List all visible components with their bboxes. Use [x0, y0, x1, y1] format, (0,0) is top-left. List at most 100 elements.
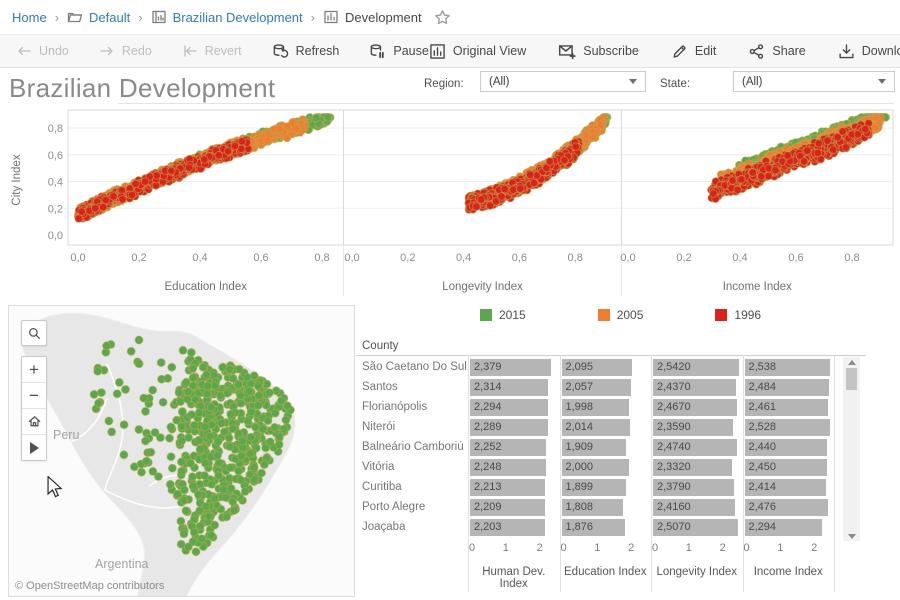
value-bar[interactable]: 2,414 [745, 479, 827, 496]
value-bar[interactable]: 2,095 [562, 359, 633, 376]
value-bar[interactable]: 2,379 [470, 359, 551, 376]
legend-item-2015[interactable]: 2015 [480, 308, 526, 322]
value-bar[interactable]: 2,014 [562, 419, 630, 436]
value-bar[interactable]: 2,057 [562, 379, 632, 396]
value-bar[interactable]: 2,314 [470, 379, 548, 396]
edit-button[interactable]: Edit [671, 43, 717, 60]
value-bar[interactable]: 2,248 [470, 459, 546, 476]
table-scrollbar[interactable] [843, 357, 860, 541]
value-bar[interactable]: 2,4160 [653, 499, 735, 516]
download-button[interactable]: Download [838, 43, 900, 60]
revert-icon [182, 43, 198, 59]
county-name: Porto Alegre [356, 501, 468, 513]
value-bar[interactable]: 2,5070 [653, 519, 738, 536]
table-cell: 2,314 [468, 377, 560, 397]
value-bar[interactable]: 1,899 [562, 479, 626, 496]
table-row[interactable]: Vitória2,2482,0002,33202,450 [356, 457, 834, 477]
table-header-divider [356, 355, 866, 356]
original-view-button[interactable]: Original View [429, 43, 526, 60]
star-icon[interactable] [434, 9, 451, 26]
refresh-button[interactable]: Refresh [272, 43, 340, 60]
map-search-button[interactable] [21, 320, 47, 346]
subscribe-icon [558, 42, 576, 60]
svg-text:0,4: 0,4 [732, 252, 747, 264]
table-row[interactable]: Niterói2,2892,0142,35902,528 [356, 417, 834, 437]
table-cell: 2,294 [743, 517, 835, 537]
value-bar[interactable]: 1,876 [562, 519, 626, 536]
map-panel[interactable]: PeruBArgentina +− © OpenStreetMap contri… [8, 305, 355, 597]
table-row[interactable]: Joaçaba2,2031,8762,50702,294 [356, 517, 834, 537]
value-bar[interactable]: 1,808 [562, 499, 623, 516]
table-row[interactable]: Santos2,3142,0572,43702,484 [356, 377, 834, 397]
value-bar[interactable]: 2,3320 [653, 459, 732, 476]
share-button[interactable]: Share [748, 43, 805, 60]
table-title: County [362, 340, 398, 352]
subscribe-button[interactable]: Subscribe [558, 42, 639, 60]
value-bar[interactable]: 2,476 [745, 499, 829, 516]
svg-text:City Index: City Index [11, 154, 23, 205]
value-bar[interactable]: 2,5420 [653, 359, 739, 376]
map-pan-button[interactable] [22, 435, 46, 460]
breadcrumb-item-development[interactable]: Development [323, 9, 422, 25]
scatter-series-1996[interactable] [465, 138, 583, 214]
svg-text:0,6: 0,6 [253, 252, 268, 264]
scatter-plots-panel[interactable]: 0,00,20,40,60,8City Index0,00,20,40,60,8… [0, 103, 900, 303]
value-bar[interactable]: 2,203 [470, 519, 545, 536]
legend-item-1996[interactable]: 1996 [715, 308, 761, 322]
value-bar[interactable]: 2,294 [745, 519, 823, 536]
value-bar[interactable]: 2,252 [470, 439, 546, 456]
breadcrumb-item-default[interactable]: Default [67, 9, 130, 25]
map-zoom-controls: +− [21, 356, 47, 461]
column-divider [651, 355, 652, 592]
map-zoom-out-button[interactable]: − [22, 383, 46, 409]
basemap[interactable]: PeruBArgentina [9, 306, 354, 596]
value-bar[interactable]: 2,461 [745, 399, 828, 416]
table-row[interactable]: Florianópolis2,2941,9982,46702,461 [356, 397, 834, 417]
value-bar[interactable]: 2,209 [470, 499, 545, 516]
scroll-up-arrow-icon[interactable] [843, 357, 860, 367]
table-cell: 2,5070 [651, 517, 743, 537]
value-bar[interactable]: 2,4370 [653, 379, 736, 396]
breadcrumb-item-home[interactable]: Home [12, 10, 47, 25]
legend-label: 1996 [734, 308, 761, 322]
breadcrumb-label: Development [345, 10, 422, 25]
breadcrumb-item-brazilian-development[interactable]: Brazilian Development [151, 9, 303, 25]
table-cell: 2,014 [560, 417, 652, 437]
toolbar-button-label: Pause [393, 44, 428, 58]
value-bar[interactable]: 2,528 [745, 419, 831, 436]
region-filter-dropdown[interactable]: (All) [480, 71, 646, 92]
table-row[interactable]: Curitiba2,2131,8992,37902,414 [356, 477, 834, 497]
scatter-series-1996[interactable] [74, 136, 252, 223]
toolbar-button-label: Download [862, 44, 900, 58]
map-zoom-in-button[interactable]: + [22, 357, 46, 383]
table-row[interactable]: São Caetano Do Sul2,3792,0952,54202,538 [356, 357, 834, 377]
value-bar[interactable]: 1,909 [562, 439, 627, 456]
redo-button: Redo [99, 43, 152, 59]
value-bar[interactable]: 2,3590 [653, 419, 733, 436]
value-bar[interactable]: 2,4670 [653, 399, 737, 416]
scrollbar-thumb[interactable] [846, 368, 857, 390]
value-bar[interactable]: 2,294 [470, 399, 548, 416]
value-bar[interactable]: 2,450 [745, 459, 828, 476]
legend-item-2005[interactable]: 2005 [598, 308, 644, 322]
value-bar[interactable]: 2,4740 [653, 439, 737, 456]
value-bar[interactable]: 2,484 [745, 379, 829, 396]
table-row[interactable]: Porto Alegre2,209 1,808 2,4160 2,476 [356, 497, 834, 517]
table-cell: 2,057 [560, 377, 652, 397]
table-row[interactable]: Balneário Camboriú2,2521,9092,47402,440 [356, 437, 834, 457]
map-home-button[interactable] [22, 409, 46, 435]
value-bar[interactable]: 2,440 [745, 439, 828, 456]
state-filter-dropdown[interactable]: (All) [733, 71, 895, 92]
value-bar[interactable]: 1,998 [562, 399, 630, 416]
table-cell: 1,899 [560, 477, 652, 497]
table-cell: 2,095 [560, 357, 652, 377]
value-bar[interactable]: 2,000 [562, 459, 630, 476]
pause-button[interactable]: Pause [369, 43, 428, 60]
value-bar[interactable]: 2,213 [470, 479, 545, 496]
value-bar[interactable]: 2,3790 [653, 479, 734, 496]
value-bar[interactable]: 2,289 [470, 419, 548, 436]
scroll-down-arrow-icon[interactable] [843, 531, 860, 541]
scatter-series-1996[interactable] [708, 120, 873, 203]
minus-icon: − [29, 387, 39, 404]
value-bar[interactable]: 2,538 [745, 359, 831, 376]
